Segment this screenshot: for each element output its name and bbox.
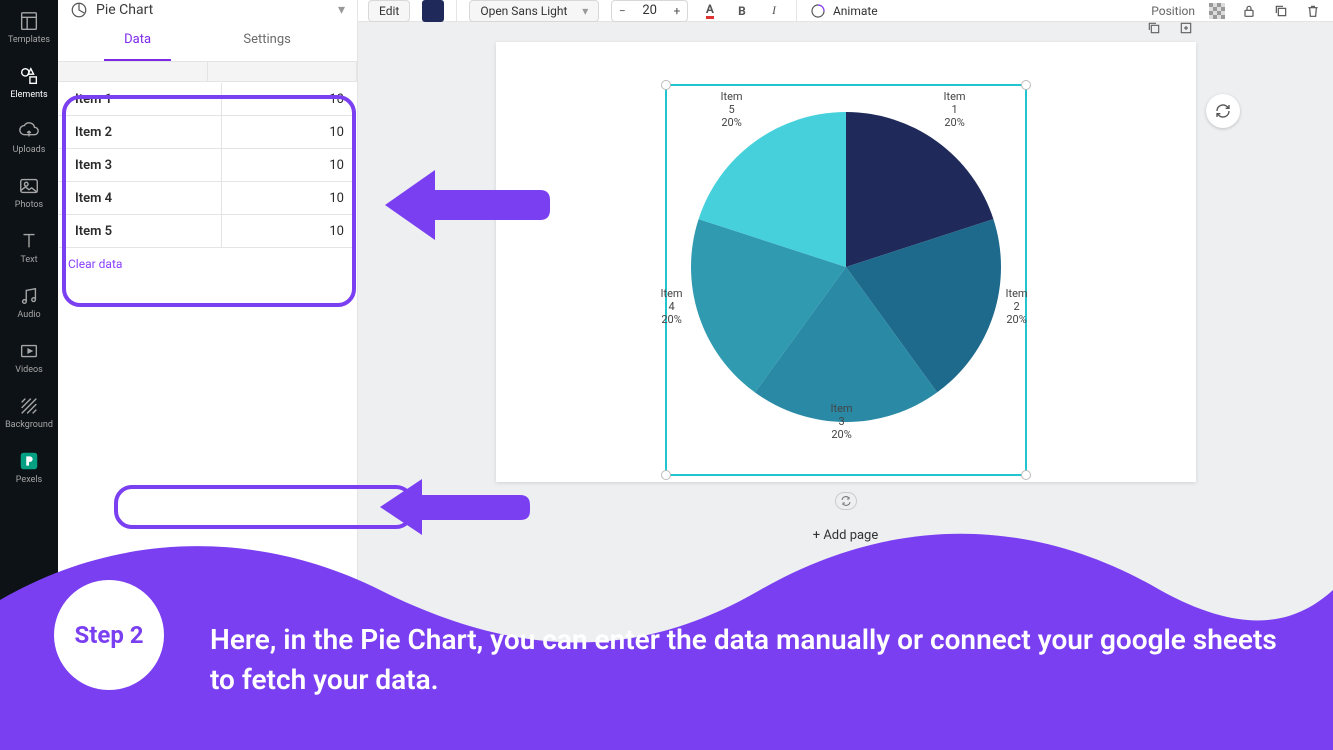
- duplicate-page-icon[interactable]: [1144, 18, 1164, 38]
- nav-elements[interactable]: Elements: [0, 55, 58, 110]
- position-button[interactable]: Position: [1151, 4, 1195, 18]
- nav-label: Audio: [17, 310, 40, 320]
- nav-label: Photos: [15, 200, 43, 210]
- nav-label: Text: [20, 255, 37, 265]
- pie-chart-icon: [70, 1, 88, 19]
- data-cell-value[interactable]: 10: [222, 182, 356, 214]
- background-icon: [18, 395, 40, 417]
- nav-videos[interactable]: Videos: [0, 330, 58, 385]
- data-cell-name[interactable]: Item 3: [59, 149, 222, 181]
- tab-data[interactable]: Data: [104, 20, 171, 61]
- horizontal-scrollbar[interactable]: ◂▸: [58, 592, 357, 606]
- font-size-minus[interactable]: −: [612, 1, 632, 21]
- photos-icon: [18, 175, 40, 197]
- left-nav-rail: Templates Elements Uploads Photos Text A…: [0, 0, 58, 750]
- text-color-icon[interactable]: A: [700, 1, 720, 21]
- nav-background[interactable]: Background: [0, 385, 58, 440]
- zoom-value[interactable]: 38%: [1285, 726, 1309, 741]
- nav-label: Videos: [15, 365, 43, 375]
- add-data-header[interactable]: ADD DATA ⌃: [58, 606, 357, 643]
- pie-label-3: Item320%: [831, 402, 853, 441]
- color-swatch[interactable]: [422, 0, 444, 22]
- nav-label: Background: [5, 420, 53, 430]
- pexels-icon: [18, 450, 40, 472]
- data-row[interactable]: Item 410: [59, 182, 356, 215]
- nav-photos[interactable]: Photos: [0, 165, 58, 220]
- transparency-icon[interactable]: [1207, 1, 1227, 21]
- nav-uploads[interactable]: Uploads: [0, 110, 58, 165]
- data-cell-value[interactable]: 10: [222, 149, 356, 181]
- font-size-plus[interactable]: +: [667, 1, 687, 21]
- annotation-arrow-bottom: [380, 475, 530, 540]
- google-sheets-button[interactable]: Google Sheets: [100, 643, 347, 680]
- pie-label-2: Item220%: [1006, 287, 1028, 326]
- audio-icon: [18, 285, 40, 307]
- chevron-down-icon: ▾: [338, 2, 345, 18]
- side-panel: Pie Chart ▾ Data Settings Item 110Item 2…: [58, 0, 358, 750]
- nav-audio[interactable]: Audio: [0, 275, 58, 330]
- add-page-icon[interactable]: [1176, 18, 1196, 38]
- animate-button[interactable]: Animate: [809, 2, 878, 20]
- pie-label-1: Item120%: [944, 90, 966, 129]
- trash-icon[interactable]: [1303, 1, 1323, 21]
- data-cell-value[interactable]: 10: [222, 116, 356, 148]
- italic-icon[interactable]: I: [764, 1, 784, 21]
- sheet-header: [58, 62, 357, 82]
- notes-label[interactable]: N: [416, 726, 425, 741]
- data-cell-name[interactable]: Item 1: [59, 83, 222, 115]
- nav-label: Templates: [8, 35, 50, 45]
- nav-label: Pexels: [16, 475, 42, 485]
- pie-label-5: Item520%: [721, 90, 743, 129]
- data-row[interactable]: Item 210: [59, 116, 356, 149]
- uploads-icon: [18, 120, 40, 142]
- edit-button[interactable]: Edit: [368, 0, 410, 22]
- animate-icon: [809, 2, 827, 20]
- notes-icon[interactable]: [392, 726, 408, 742]
- pie-label-4: Item420%: [661, 287, 683, 326]
- templates-icon: [18, 10, 40, 32]
- chevron-up-icon: ⌃: [335, 620, 345, 633]
- data-row[interactable]: Item 310: [59, 149, 356, 182]
- data-row[interactable]: Item 110: [59, 83, 356, 116]
- data-grid[interactable]: Item 110Item 210Item 310Item 410Item 510: [58, 82, 357, 249]
- data-cell-name[interactable]: Item 2: [59, 116, 222, 148]
- annotation-arrow-top: [385, 165, 550, 245]
- tab-settings[interactable]: Settings: [223, 20, 310, 61]
- lock-icon[interactable]: [1239, 1, 1259, 21]
- google-sheets-icon: [68, 651, 90, 673]
- nav-label: Elements: [10, 90, 47, 100]
- nav-label: Uploads: [13, 145, 46, 155]
- font-size-value[interactable]: 20: [632, 3, 667, 18]
- videos-icon: [18, 340, 40, 362]
- add-page-button[interactable]: + Add page: [813, 528, 879, 543]
- data-cell-name[interactable]: Item 5: [59, 215, 222, 247]
- chart-type-selector[interactable]: Pie Chart ▾: [58, 0, 357, 20]
- refresh-chart-button[interactable]: [1206, 94, 1240, 128]
- page-tools: [1144, 18, 1196, 38]
- bold-icon[interactable]: B: [732, 1, 752, 21]
- pie-chart[interactable]: [681, 102, 1011, 432]
- nav-text[interactable]: Text: [0, 220, 58, 275]
- bottom-bar: N 38%: [358, 716, 1333, 750]
- font-select[interactable]: Open Sans Light▾: [469, 0, 599, 22]
- text-icon: [18, 230, 40, 252]
- nav-pexels[interactable]: Pexels: [0, 440, 58, 495]
- data-cell-value[interactable]: 10: [222, 215, 356, 247]
- page-sync-icon[interactable]: [835, 492, 857, 510]
- duplicate-icon[interactable]: [1271, 1, 1291, 21]
- nav-templates[interactable]: Templates: [0, 0, 58, 55]
- data-cell-name[interactable]: Item 4: [59, 182, 222, 214]
- elements-icon: [18, 65, 40, 87]
- panel-tabs: Data Settings: [58, 20, 357, 62]
- canvas-area: Edit Open Sans Light▾ − 20 + A B I Anima…: [358, 0, 1333, 750]
- canvas-page[interactable]: Item120% Item220% Item320% Item420% Item…: [496, 42, 1196, 482]
- data-cell-value[interactable]: 10: [222, 83, 356, 115]
- data-row[interactable]: Item 510: [59, 215, 356, 248]
- add-data-label: ADD DATA: [70, 620, 125, 633]
- chart-type-label: Pie Chart: [96, 2, 153, 18]
- clear-data-link[interactable]: Clear data: [58, 249, 357, 279]
